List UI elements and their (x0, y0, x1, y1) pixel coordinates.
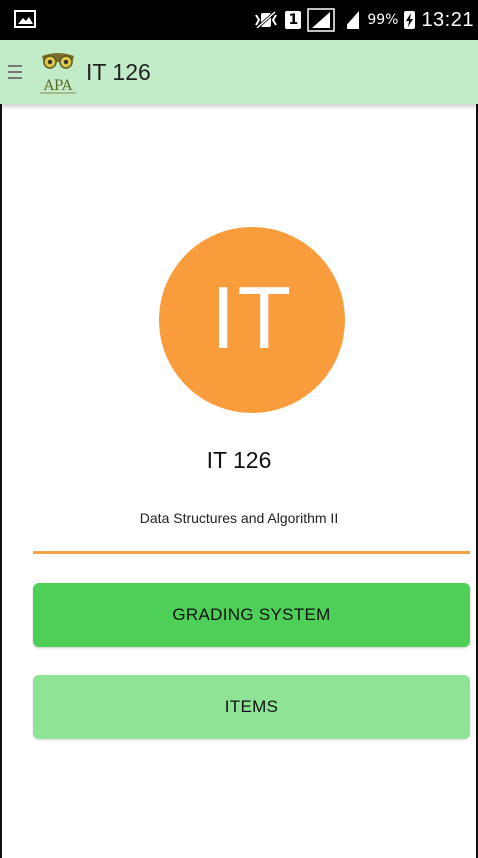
course-avatar: IT (159, 227, 345, 413)
status-bar: 1 99% 13:21 (0, 0, 478, 40)
items-button[interactable]: ITEMS (33, 675, 470, 739)
app-title: IT 126 (86, 59, 151, 85)
owl-logo-icon: APA (40, 53, 76, 94)
avatar-initials: IT (210, 268, 294, 367)
vibrate-mute-icon (255, 10, 278, 30)
battery-percent: 99% (367, 12, 399, 28)
divider (33, 551, 470, 554)
app-bar: APA IT 126 (0, 40, 478, 104)
grading-system-button[interactable]: GRADING SYSTEM (33, 583, 470, 647)
image-notification-icon (14, 10, 36, 28)
clock: 13:21 (421, 8, 474, 31)
course-code: IT 126 (206, 447, 272, 473)
battery-charging-icon (404, 11, 416, 29)
signal-sim1-icon (307, 8, 336, 32)
logo-text: APA (43, 78, 73, 94)
menu-icon[interactable] (8, 65, 22, 79)
sim-indicator: 1 (285, 11, 302, 29)
signal-sim2-icon (343, 11, 360, 29)
course-name: Data Structures and Algorithm II (139, 510, 339, 526)
